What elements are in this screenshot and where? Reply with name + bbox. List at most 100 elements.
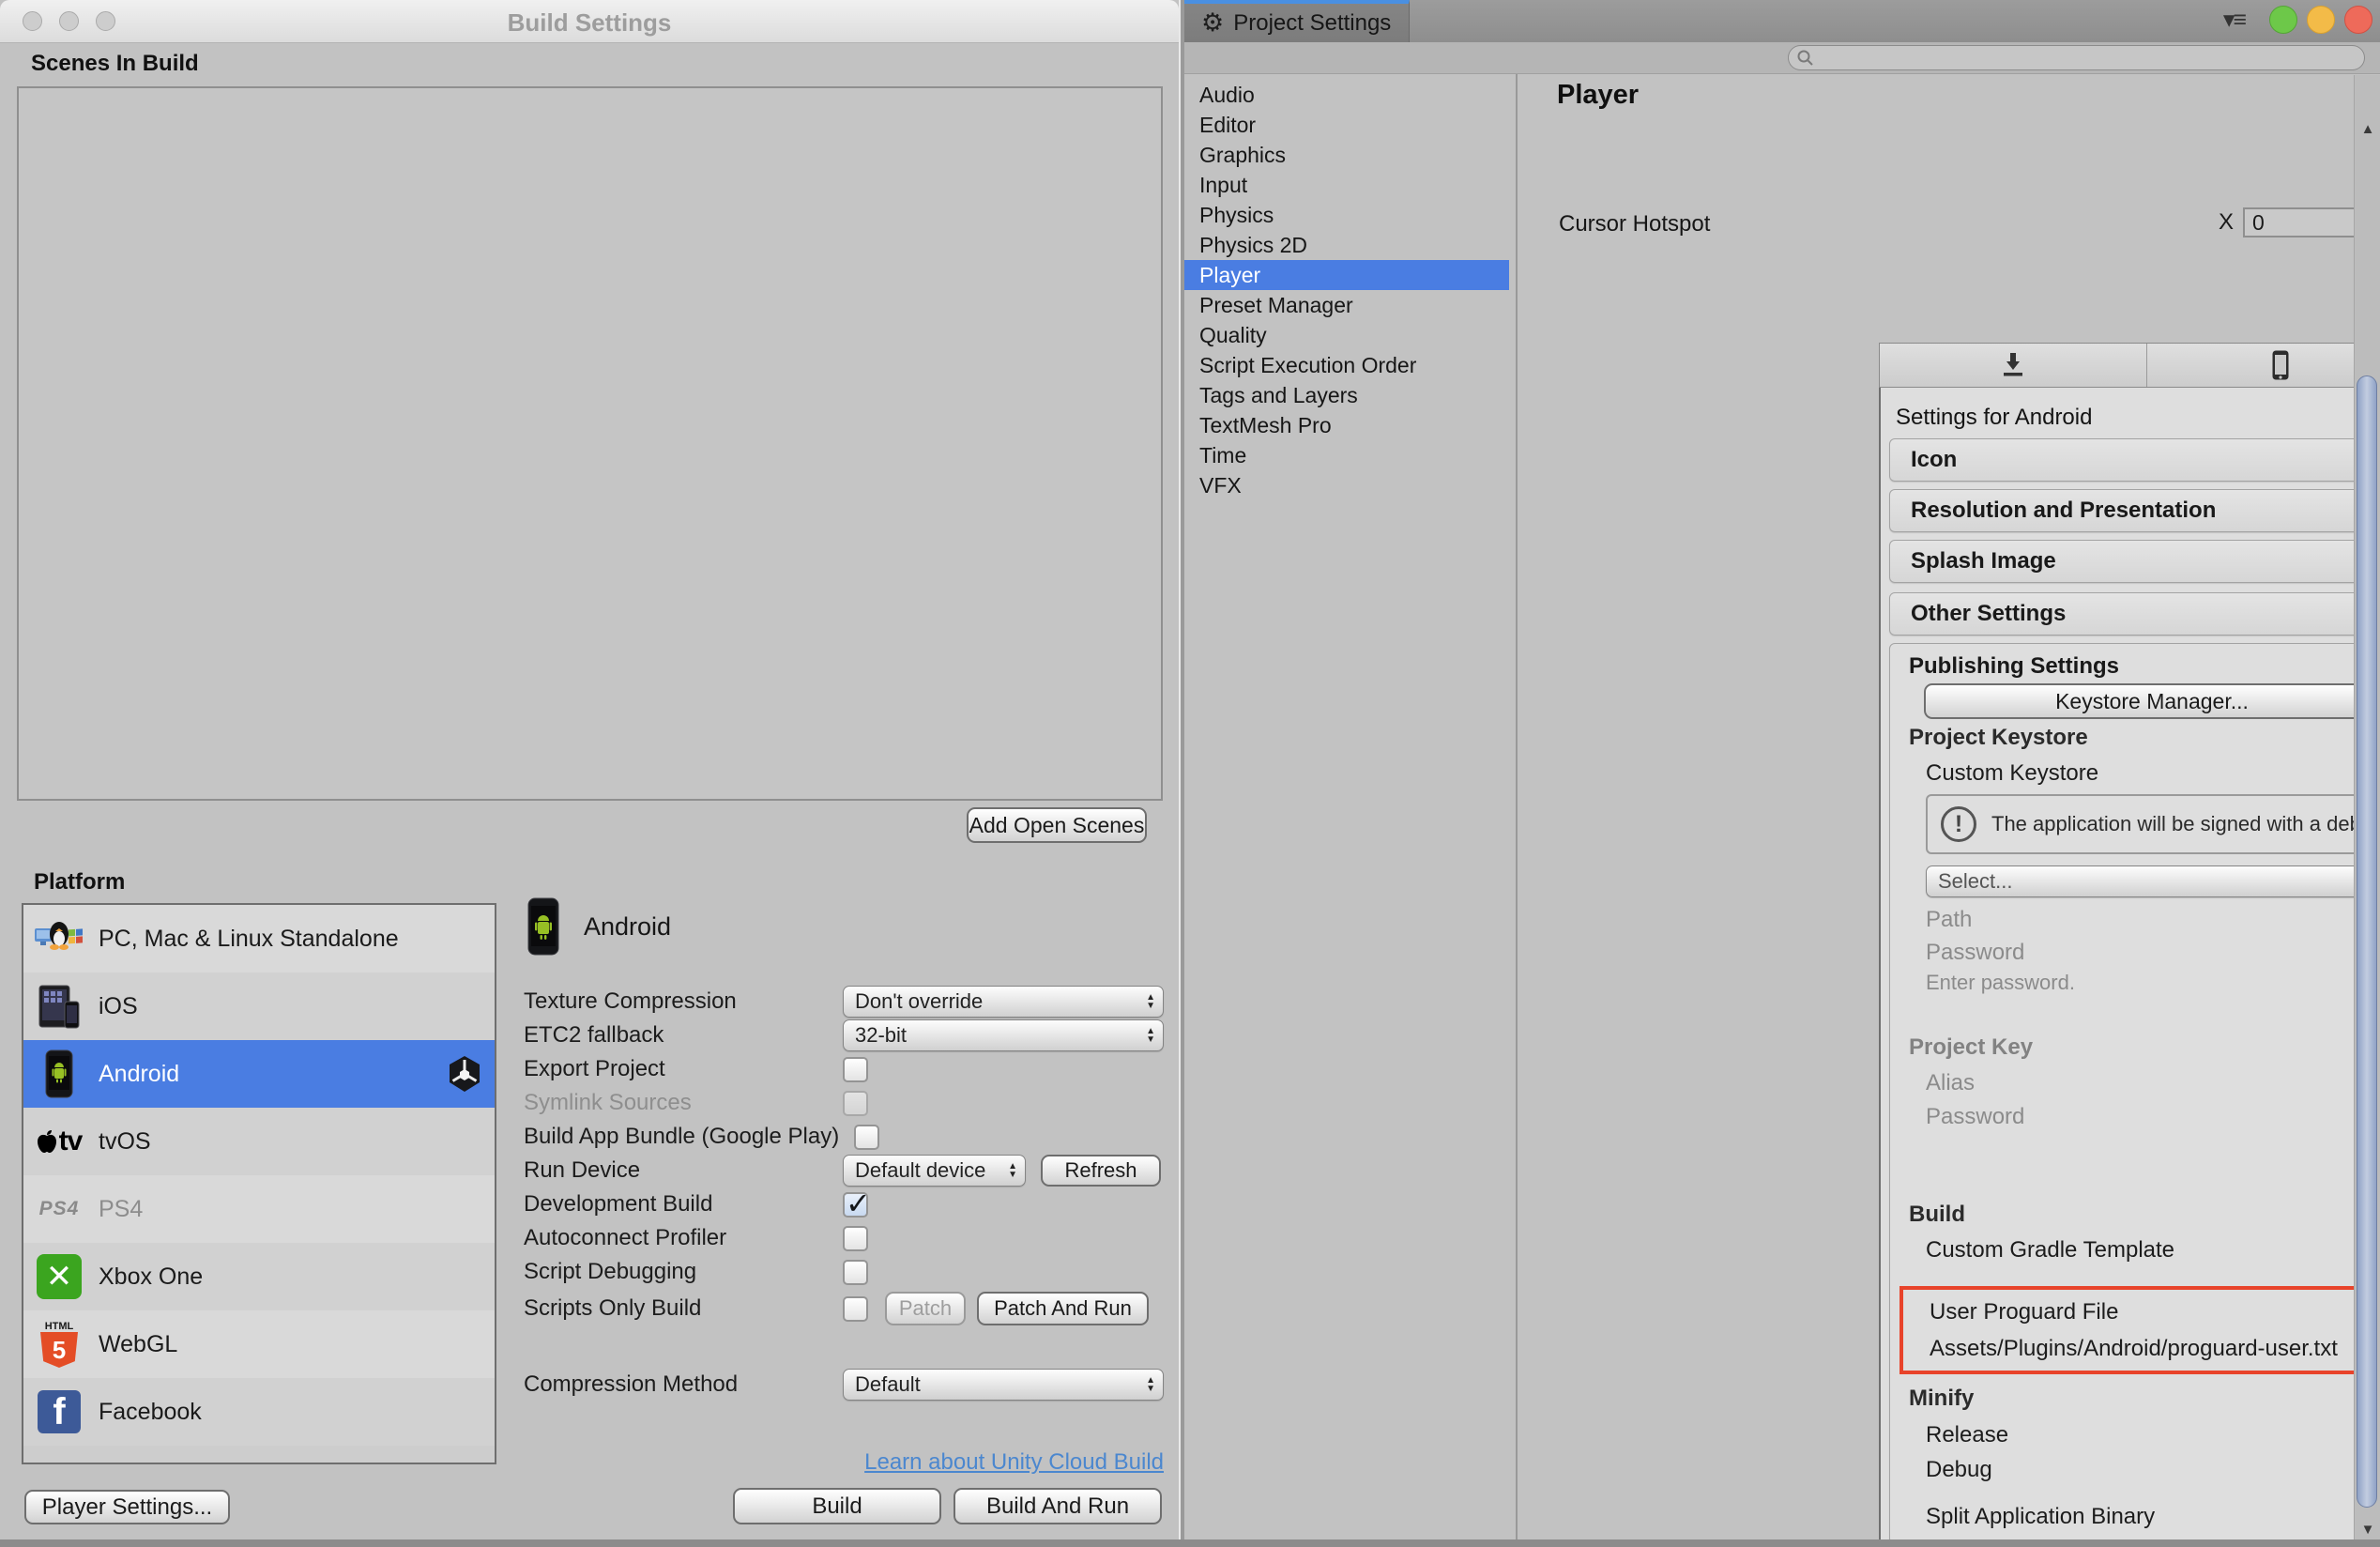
player-settings-button[interactable]: Player Settings... [24,1490,230,1524]
window-bottom-edge [0,1539,2380,1547]
platform-item-label: PS4 [99,1195,144,1222]
autoconnect-profiler-checkbox[interactable] [843,1225,868,1251]
keystore-manager-button[interactable]: Keystore Manager... [1924,683,2380,719]
ios-icon [33,980,85,1033]
sidebar-item-audio[interactable]: Audio [1184,80,1516,110]
project-key-header: Project Key [1909,1034,2034,1060]
compression-method-row: Compression Method Default [524,1368,1164,1401]
sidebar-item-textmesh-pro[interactable]: TextMesh Pro [1184,410,1516,440]
platform-item-webgl[interactable]: HTML 5 WebGL [23,1310,495,1378]
sidebar-item-physics2d[interactable]: Physics 2D [1184,230,1516,260]
keystore-path-row: Path Development Keystore [1926,907,1973,932]
section-other[interactable]: Other Settings [1889,592,2380,636]
sidebar-item-script-execution-order[interactable]: Script Execution Order [1184,350,1516,380]
autoconnect-profiler-row: Autoconnect Profiler [524,1221,1164,1255]
patch-button: Patch [885,1292,966,1325]
build-button[interactable]: Build [733,1488,941,1524]
tab-ios[interactable] [2147,344,2380,387]
traffic-red-icon[interactable] [2344,6,2372,34]
patch-and-run-button[interactable]: Patch And Run [977,1292,1149,1325]
sidebar-item-graphics[interactable]: Graphics [1184,140,1516,170]
section-resolution[interactable]: Resolution and Presentation [1889,489,2380,532]
search-toolbar [1184,42,2380,74]
tab-standalone[interactable] [1880,344,2147,387]
platform-item-label: tvOS [99,1127,151,1155]
alias-row: Alias Debug [1926,1070,1976,1095]
section-icon[interactable]: Icon [1889,438,2380,482]
user-proguard-highlight: User Proguard File Assets/Plugins/Androi… [1899,1286,2380,1374]
platform-item-ps4[interactable]: PS4 PS4 [23,1175,495,1243]
hotspot-x-field[interactable]: 0 [2243,207,2358,237]
sidebar-item-time[interactable]: Time [1184,440,1516,470]
development-build-checkbox[interactable] [843,1186,871,1221]
project-settings-topbar: ⚙ Project Settings [1184,0,2380,43]
screenshot-root: Build Settings Scenes In Build Add Open … [0,0,2380,1547]
search-input[interactable] [1788,45,2365,70]
sidebar-item-player[interactable]: Player [1184,260,1509,290]
refresh-button[interactable]: Refresh [1041,1155,1161,1187]
settings-gear-icon: ⚙ [1201,8,1225,37]
cursor-hotspot-label: Cursor Hotspot [1559,211,1711,237]
development-build-row: Development Build [524,1186,1164,1221]
download-icon [2000,351,2026,379]
export-project-checkbox[interactable] [843,1056,868,1082]
etc2-fallback-dropdown[interactable]: 32-bit [843,1019,1164,1051]
keystore-password-row: Password [1926,940,2025,965]
publishing-settings-header[interactable]: Publishing Settings [1909,650,2380,683]
sidebar-item-input[interactable]: Input [1184,170,1516,200]
run-device-dropdown[interactable]: Default device [843,1155,1026,1187]
sidebar-item-editor[interactable]: Editor [1184,110,1516,140]
sidebar-item-tags-and-layers[interactable]: Tags and Layers [1184,380,1516,410]
window-controls [2223,6,2372,34]
android-build-options: Texture Compression Don't override ETC2 … [524,985,1164,1401]
scrollbar-thumb[interactable] [2357,375,2377,1508]
symlink-sources-checkbox [843,1090,868,1116]
player-settings-content: Settings for Android Icon Resolution and… [1879,388,2380,1547]
tvos-icon: tv [33,1115,85,1168]
texture-compression-dropdown[interactable]: Don't override [843,986,1164,1018]
keystore-select-dropdown[interactable]: Select... [1926,865,2380,897]
traffic-yellow-icon[interactable] [2307,6,2335,34]
custom-gradle-row: Custom Gradle Template [1926,1237,2175,1263]
scripts-only-build-checkbox[interactable] [843,1295,868,1322]
unity-cloud-build-link[interactable]: Learn about Unity Cloud Build [852,1449,1164,1476]
section-splash[interactable]: Splash Image [1889,540,2380,583]
export-project-row: Export Project [524,1052,1164,1086]
scroll-up-icon[interactable]: ▲ [2355,113,2380,145]
pc-mac-linux-icon [33,912,85,965]
search-icon [1796,49,1815,68]
platform-item-android[interactable]: Android [23,1040,495,1108]
ps4-icon: PS4 [38,1198,80,1219]
build-app-bundle-checkbox[interactable] [854,1124,879,1150]
traffic-green-icon[interactable] [2269,6,2297,34]
platform-item-label: Android [99,1060,180,1087]
scenes-in-build-list[interactable] [17,86,1163,801]
minify-release-row: Release None [1926,1421,2009,1447]
platform-item-ios[interactable]: iOS [23,973,495,1040]
add-open-scenes-button[interactable]: Add Open Scenes [967,807,1147,843]
panel-title: Player [1557,80,1640,110]
facebook-icon: f [33,1386,85,1438]
tab-menu-icon[interactable] [2223,6,2245,34]
sidebar-item-vfx[interactable]: VFX [1184,470,1516,500]
sidebar-item-preset-manager[interactable]: Preset Manager [1184,290,1516,320]
sidebar-item-physics[interactable]: Physics [1184,200,1516,230]
smartphone-icon [2271,349,2290,381]
compression-method-dropdown[interactable]: Default [843,1369,1164,1401]
platform-item-xbox[interactable]: ✕ Xbox One [23,1243,495,1310]
platform-item-tvos[interactable]: tv tvOS [23,1108,495,1175]
platform-label: Platform [34,869,126,895]
build-subheader: Build [1909,1202,1965,1227]
build-settings-titlebar: Build Settings [0,0,1179,43]
vertical-scrollbar[interactable]: ▲ ▼ [2354,75,2380,1547]
project-settings-tab[interactable]: ⚙ Project Settings [1184,0,1410,42]
warning-icon: ! [1941,806,1976,842]
platform-item-standalone[interactable]: PC, Mac & Linux Standalone [23,905,495,973]
platform-item-label: PC, Mac & Linux Standalone [99,925,399,952]
tab-title: Project Settings [1233,9,1392,36]
script-debugging-checkbox[interactable] [843,1259,868,1285]
sidebar-item-quality[interactable]: Quality [1184,320,1516,350]
build-and-run-button[interactable]: Build And Run [954,1488,1162,1524]
build-app-bundle-row: Build App Bundle (Google Play) [524,1120,1164,1154]
platform-item-facebook[interactable]: f Facebook [23,1378,495,1446]
